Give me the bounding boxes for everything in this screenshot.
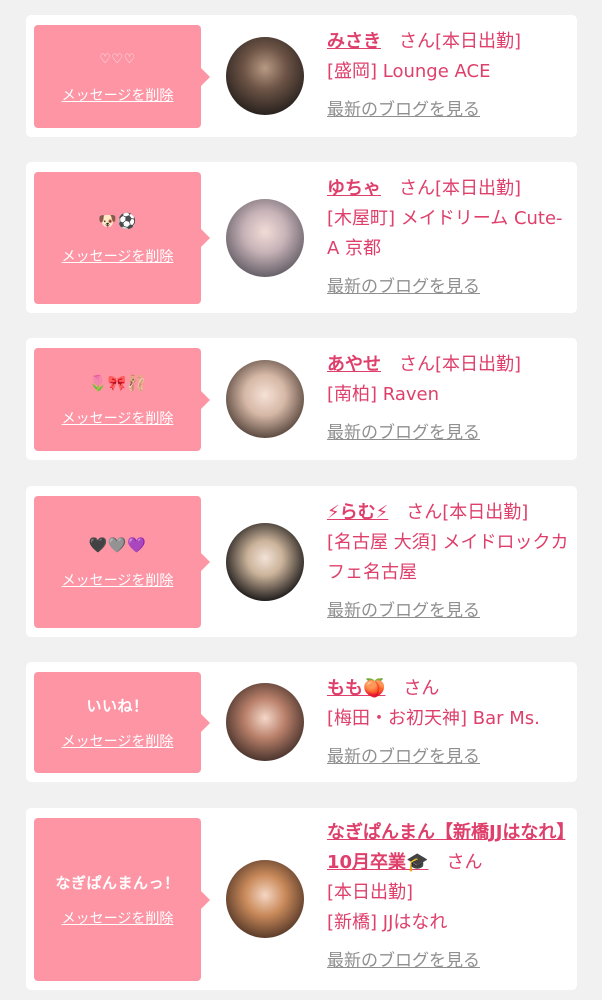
cast-name-link[interactable]: ゆちゃ bbox=[327, 178, 381, 199]
shop-label: [木屋町] メイドリーム Cute-A 京都 bbox=[327, 208, 563, 259]
avatar[interactable] bbox=[226, 37, 304, 115]
avatar[interactable] bbox=[226, 683, 304, 761]
message-text: 🖤🩶💜 bbox=[88, 536, 147, 554]
message-card: いいね！ メッセージを削除 もも🍑 さん [梅田・お初天神] Bar Ms. 最新… bbox=[26, 662, 577, 782]
shop-label: [南柏] Raven bbox=[327, 384, 440, 405]
cast-name-link[interactable]: みさき bbox=[327, 31, 381, 52]
message-card: 🐶⚽ メッセージを削除 ゆちゃ さん[本日出勤] [木屋町] メイドリーム Cut… bbox=[26, 162, 577, 313]
shop-label: [梅田・お初天神] Bar Ms. bbox=[327, 708, 540, 729]
message-text: いいね！ bbox=[86, 696, 149, 715]
profile-info: もも🍑 さん [梅田・お初天神] Bar Ms. 最新のブログを見る bbox=[327, 674, 572, 772]
status-label: [本日出勤] bbox=[435, 31, 522, 52]
message-bubble: 🐶⚽ メッセージを削除 bbox=[34, 172, 210, 304]
shop-label: [新橋] JJはなれ bbox=[327, 912, 448, 933]
avatar[interactable] bbox=[226, 523, 304, 601]
delete-message-link[interactable]: メッセージを削除 bbox=[62, 246, 174, 266]
avatar[interactable] bbox=[226, 199, 304, 277]
delete-message-link[interactable]: メッセージを削除 bbox=[62, 85, 174, 105]
message-text: 🌷🎀🩰 bbox=[88, 373, 147, 392]
message-bubble: いいね！ メッセージを削除 bbox=[34, 672, 210, 773]
message-text: 🐶⚽ bbox=[98, 212, 137, 230]
delete-message-link[interactable]: メッセージを削除 bbox=[62, 908, 174, 928]
message-bubble: 🖤🩶💜 メッセージを削除 bbox=[34, 496, 210, 628]
message-card: なぎぱんまんっ！ メッセージを削除 なぎぱんまん【新橋JJはなれ】10月卒業🎓 さ… bbox=[26, 808, 577, 990]
latest-blog-link[interactable]: 最新のブログを見る bbox=[327, 596, 480, 626]
message-text: なぎぱんまんっ！ bbox=[55, 873, 180, 892]
delete-message-link[interactable]: メッセージを削除 bbox=[62, 731, 174, 751]
shop-label: [名古屋 大須] メイドロックカフェ名古屋 bbox=[327, 532, 569, 583]
message-bubble: なぎぱんまんっ！ メッセージを削除 bbox=[34, 818, 210, 981]
status-label: [本日出勤] bbox=[435, 178, 522, 199]
message-card: 🖤🩶💜 メッセージを削除 ⚡らむ⚡ さん[本日出勤] [名古屋 大須] メイドロッ… bbox=[26, 486, 577, 637]
status-label: [本日出勤] bbox=[435, 354, 522, 375]
avatar[interactable] bbox=[226, 360, 304, 438]
profile-info: みさき さん[本日出勤] [盛岡] Lounge ACE 最新のブログを見る bbox=[327, 27, 572, 125]
latest-blog-link[interactable]: 最新のブログを見る bbox=[327, 272, 480, 302]
status-label: [本日出勤] bbox=[442, 502, 529, 523]
honorific: さん bbox=[399, 31, 435, 52]
honorific: さん bbox=[403, 678, 440, 699]
cast-name-link[interactable]: ⚡らむ⚡ bbox=[327, 502, 388, 523]
profile-info: なぎぱんまん【新橋JJはなれ】10月卒業🎓 さん [本日出勤] [新橋] JJはな… bbox=[327, 818, 572, 976]
cast-name-link[interactable]: もも🍑 bbox=[327, 678, 385, 699]
latest-blog-link[interactable]: 最新のブログを見る bbox=[327, 742, 480, 772]
profile-info: あやせ さん[本日出勤] [南柏] Raven 最新のブログを見る bbox=[327, 350, 572, 448]
latest-blog-link[interactable]: 最新のブログを見る bbox=[327, 418, 480, 448]
shop-label: [盛岡] Lounge ACE bbox=[327, 61, 491, 82]
cast-name-link[interactable]: あやせ bbox=[327, 354, 381, 375]
message-card: ♡♡♡ メッセージを削除 みさき さん[本日出勤] [盛岡] Lounge ACE… bbox=[26, 15, 577, 137]
message-text: ♡♡♡ bbox=[99, 51, 136, 67]
latest-blog-link[interactable]: 最新のブログを見る bbox=[327, 946, 480, 976]
delete-message-link[interactable]: メッセージを削除 bbox=[62, 408, 174, 428]
honorific: さん bbox=[399, 354, 435, 375]
status-label: [本日出勤] bbox=[327, 882, 414, 903]
profile-info: ⚡らむ⚡ さん[本日出勤] [名古屋 大須] メイドロックカフェ名古屋 最新のブロ… bbox=[327, 498, 572, 626]
honorific: さん bbox=[406, 502, 443, 523]
latest-blog-link[interactable]: 最新のブログを見る bbox=[327, 95, 480, 125]
avatar[interactable] bbox=[226, 860, 304, 938]
message-card: 🌷🎀🩰 メッセージを削除 あやせ さん[本日出勤] [南柏] Raven 最新のブ… bbox=[26, 338, 577, 460]
delete-message-link[interactable]: メッセージを削除 bbox=[62, 570, 174, 590]
profile-info: ゆちゃ さん[本日出勤] [木屋町] メイドリーム Cute-A 京都 最新のブロ… bbox=[327, 174, 572, 302]
message-bubble: 🌷🎀🩰 メッセージを削除 bbox=[34, 348, 210, 451]
message-bubble: ♡♡♡ メッセージを削除 bbox=[34, 25, 210, 128]
honorific: さん bbox=[399, 178, 435, 199]
honorific: さん bbox=[446, 852, 483, 873]
